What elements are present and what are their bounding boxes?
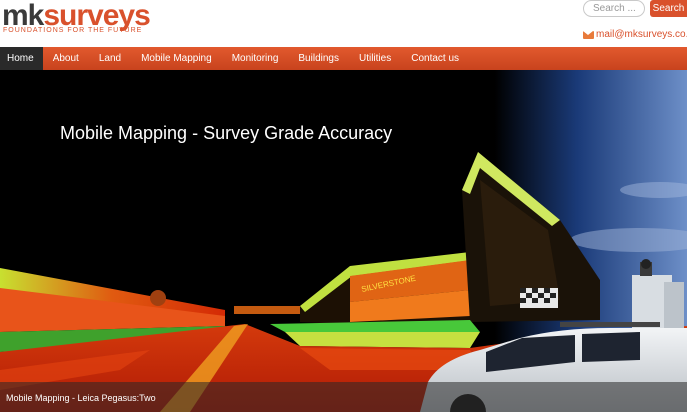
roof-rack [560, 322, 660, 327]
nav-item-about[interactable]: About [43, 47, 89, 70]
page: mksurveys FOUNDATIONS FOR THE FUTURE Sea… [0, 0, 687, 412]
search-input[interactable] [583, 0, 645, 17]
pit-lane [285, 332, 480, 348]
flag-square [544, 298, 550, 303]
distant-stand [234, 306, 300, 314]
tree [150, 290, 166, 306]
main-nav: Home About Land Mobile Mapping Monitorin… [0, 47, 687, 70]
flag-square [550, 293, 556, 298]
hero-title: Mobile Mapping - Survey Grade Accuracy [60, 123, 393, 143]
nav-item-monitoring[interactable]: Monitoring [222, 47, 289, 70]
flag-square [544, 288, 550, 293]
nav-item-home[interactable]: Home [0, 47, 43, 70]
flag-square [532, 288, 538, 293]
flag-square [526, 293, 532, 298]
email-link[interactable]: mail@mksurveys.co.uk [583, 29, 687, 40]
scanner-side [664, 282, 684, 332]
flag-square [520, 288, 526, 293]
nav-item-mobile-mapping[interactable]: Mobile Mapping [131, 47, 222, 70]
nav-item-buildings[interactable]: Buildings [288, 47, 349, 70]
search-button[interactable]: Search [650, 0, 687, 17]
envelope-icon [583, 30, 594, 39]
logo-tagline: FOUNDATIONS FOR THE FUTURE [3, 27, 143, 34]
header: mksurveys FOUNDATIONS FOR THE FUTURE Sea… [0, 0, 687, 47]
email-address: mail@mksurveys.co.uk [596, 29, 687, 40]
hero-slider[interactable]: SILVERSTONE Mobile Mapping - Survey Grad… [0, 70, 687, 412]
hero-caption: Mobile Mapping - Leica Pegasus:Two [6, 393, 156, 403]
flag-square [520, 298, 526, 303]
hero-image: SILVERSTONE [0, 70, 687, 412]
site-logo[interactable]: mksurveys FOUNDATIONS FOR THE FUTURE [2, 0, 151, 34]
flag-square [538, 293, 544, 298]
nav-item-utilities[interactable]: Utilities [349, 47, 401, 70]
flag-square [532, 298, 538, 303]
nav-item-contact-us[interactable]: Contact us [401, 47, 469, 70]
car-window-rear [582, 332, 640, 362]
nav-item-land[interactable]: Land [89, 47, 131, 70]
gps-antenna [641, 259, 651, 269]
